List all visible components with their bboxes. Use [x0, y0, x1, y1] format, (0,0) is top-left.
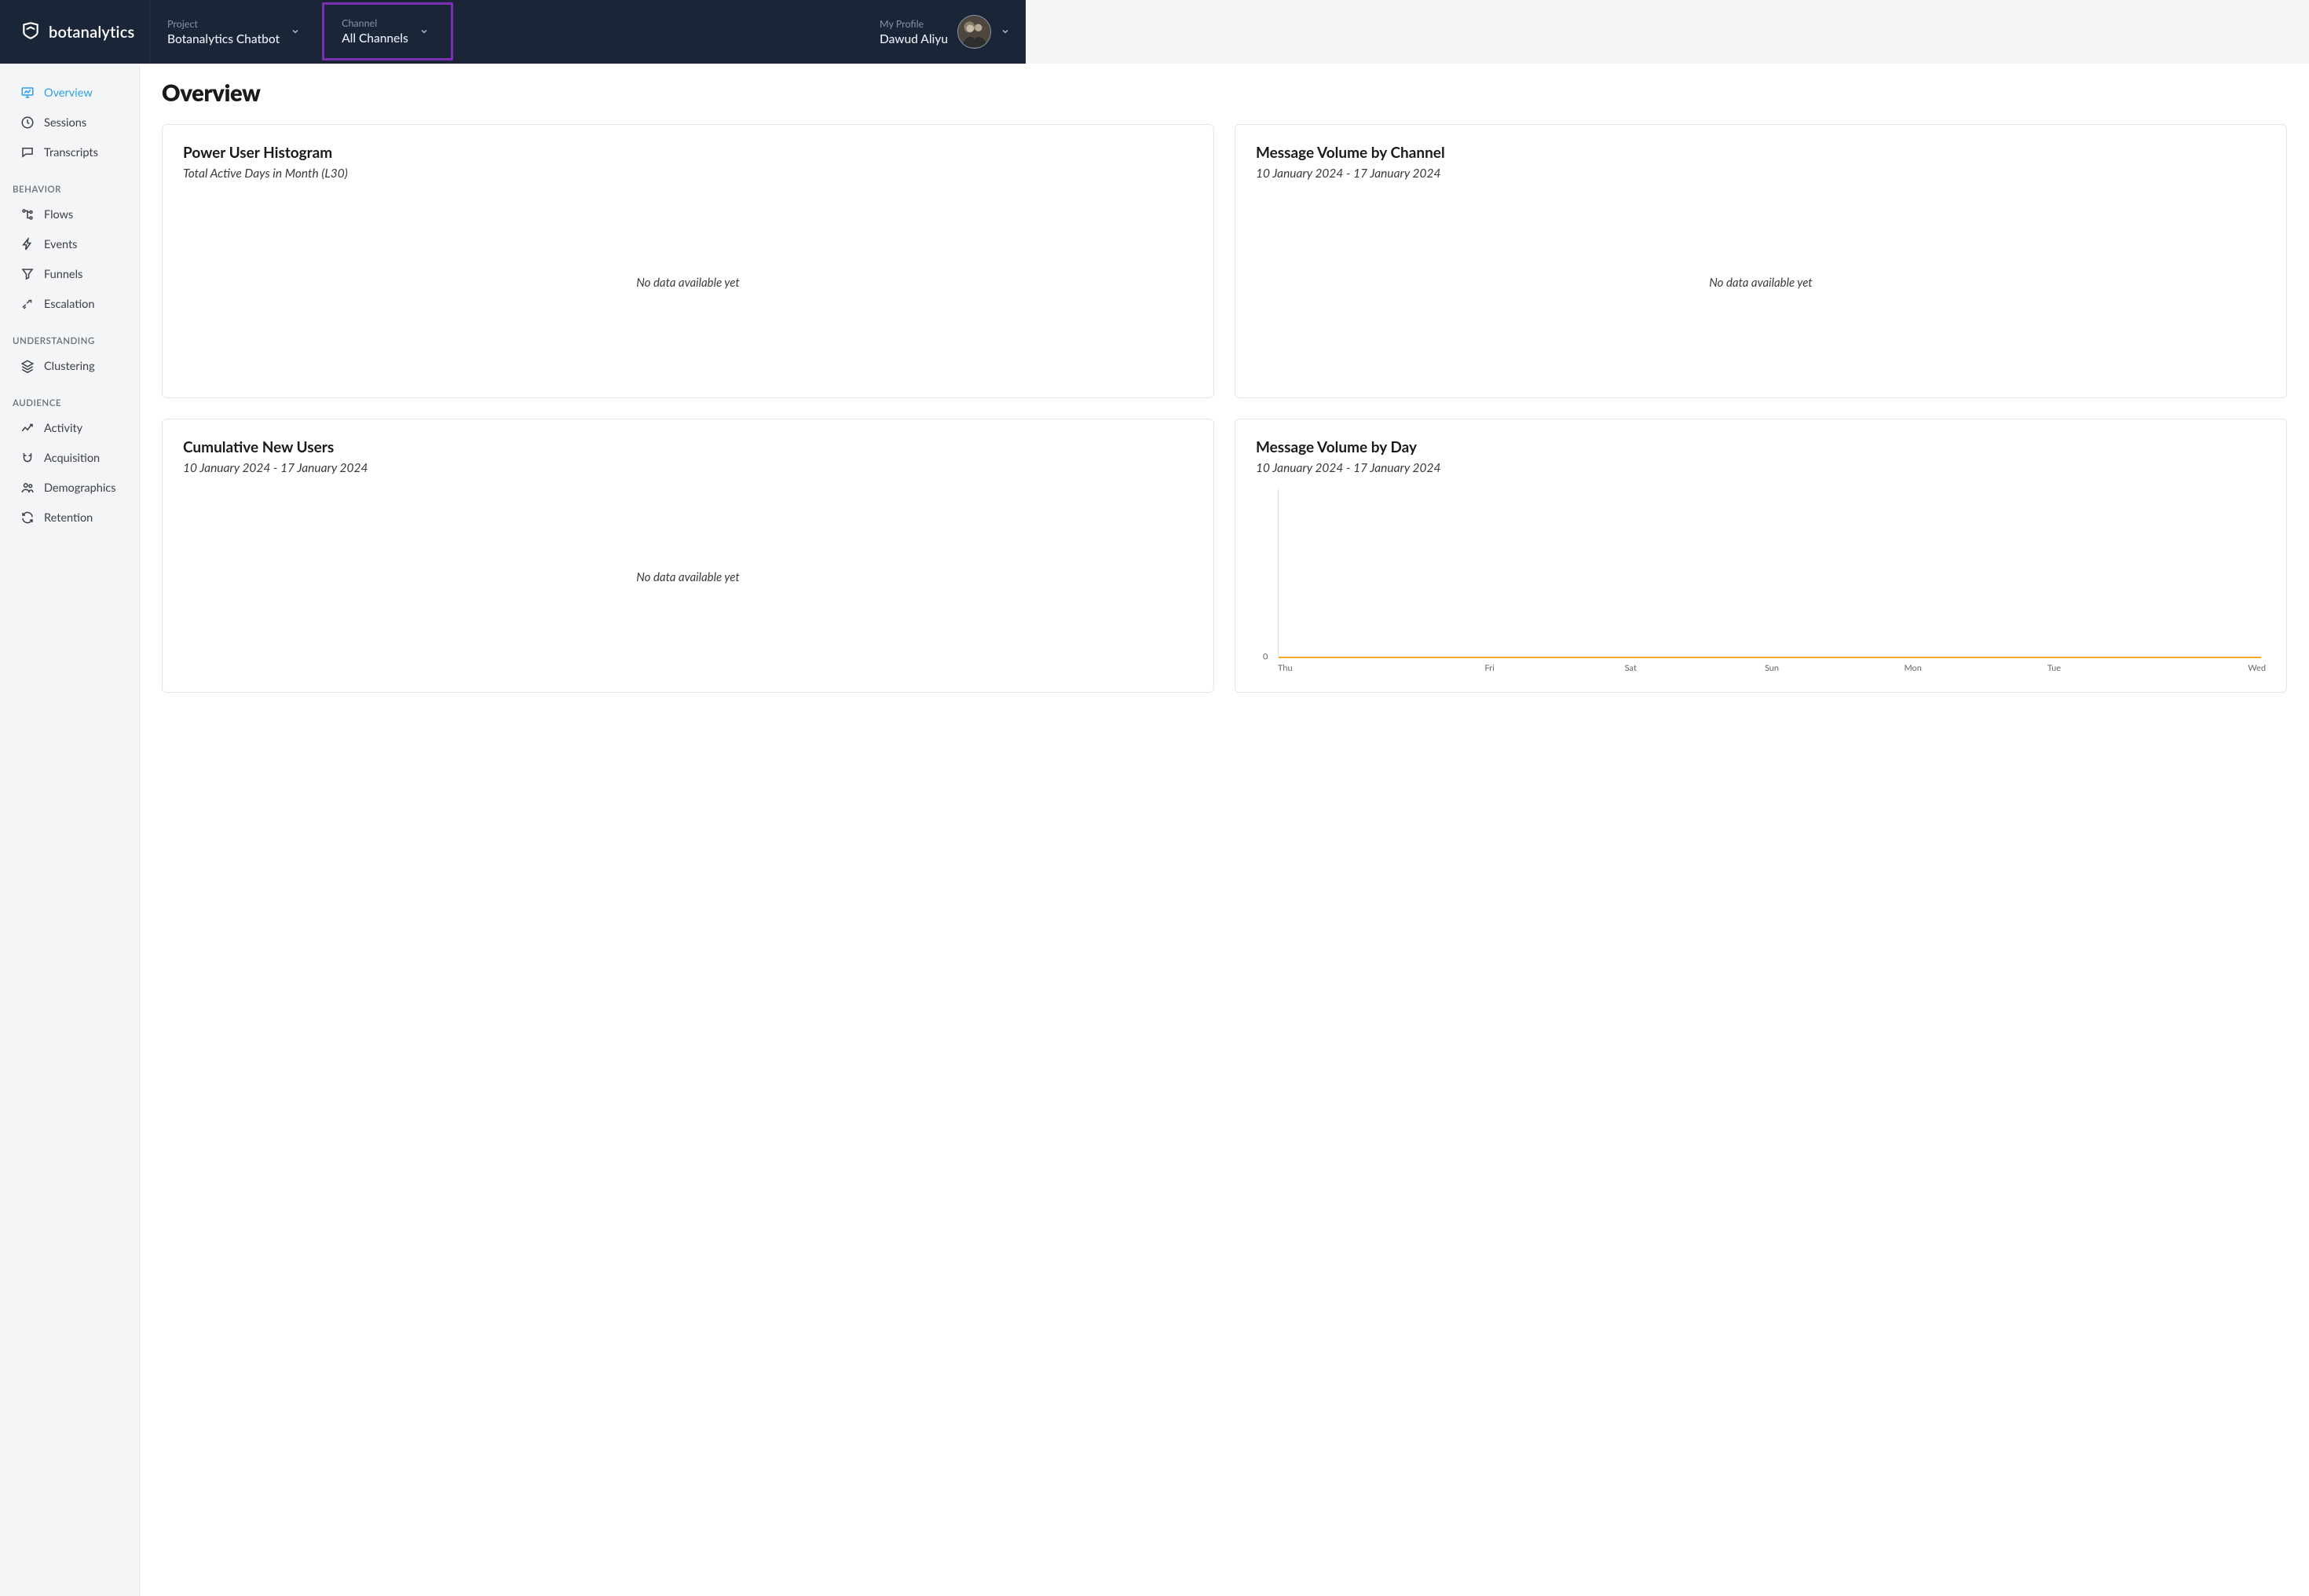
- sidebar-item-acquisition[interactable]: Acquisition: [0, 443, 139, 473]
- chart-x-tick: Fri: [1419, 663, 1561, 673]
- chat-icon: [20, 145, 35, 159]
- sidebar-item-sessions[interactable]: Sessions: [0, 108, 139, 137]
- sidebar-item-label: Events: [44, 238, 77, 251]
- no-data-message: No data available yet: [636, 570, 740, 584]
- header-selectors: Project Botanalytics Chatbot Channel All…: [149, 0, 453, 64]
- card-title: Message Volume by Day: [1256, 438, 2266, 456]
- chart-series-line: [1279, 657, 2261, 658]
- channel-highlight: Channel All Channels: [322, 2, 453, 60]
- sidebar-item-transcripts[interactable]: Transcripts: [0, 137, 139, 167]
- channel-value: All Channels: [342, 31, 408, 46]
- presentation-icon: [20, 86, 35, 100]
- card-power-user-histogram: Power User Histogram Total Active Days i…: [162, 124, 1214, 398]
- chart-x-tick: Mon: [1842, 663, 1984, 673]
- sidebar-item-demographics[interactable]: Demographics: [0, 473, 139, 503]
- sidebar-item-label: Acquisition: [44, 452, 100, 465]
- chart-x-tick: Wed: [2124, 663, 2266, 673]
- project-value: Botanalytics Chatbot: [167, 32, 280, 46]
- chart-x-tick: Sat: [1560, 663, 1701, 673]
- sidebar-item-label: Transcripts: [44, 146, 98, 159]
- sidebar: Overview Sessions Transcripts BEHAVIOR F…: [0, 64, 140, 1596]
- sidebar-item-escalation[interactable]: Escalation: [0, 289, 139, 319]
- sidebar-item-clustering[interactable]: Clustering: [0, 351, 139, 381]
- sidebar-item-label: Sessions: [44, 116, 86, 130]
- sidebar-item-label: Activity: [44, 422, 82, 435]
- sidebar-item-overview[interactable]: Overview: [0, 78, 139, 108]
- sidebar-heading-behavior: BEHAVIOR: [0, 167, 139, 200]
- avatar: [957, 15, 991, 49]
- cards-grid: Power User Histogram Total Active Days i…: [162, 124, 2287, 693]
- card-subtitle: Total Active Days in Month (L30): [183, 167, 1193, 181]
- chevron-down-icon: [291, 24, 300, 39]
- channel-selector[interactable]: Channel All Channels: [324, 17, 451, 46]
- refresh-icon: [20, 511, 35, 525]
- sidebar-item-events[interactable]: Events: [0, 229, 139, 259]
- bolt-icon: [20, 237, 35, 251]
- chart-y-tick: 0: [1263, 652, 1268, 662]
- card-title: Cumulative New Users: [183, 438, 1193, 456]
- clock-icon: [20, 115, 35, 130]
- project-label: Project: [167, 18, 280, 30]
- people-icon: [20, 481, 35, 495]
- chevron-down-icon: [419, 24, 429, 39]
- layers-icon: [20, 359, 35, 373]
- sidebar-item-label: Escalation: [44, 298, 94, 311]
- page-title: Overview: [162, 79, 2287, 107]
- brand-logo-icon: [20, 20, 41, 44]
- sidebar-item-label: Clustering: [44, 360, 95, 373]
- funnel-icon: [20, 267, 35, 281]
- sidebar-item-label: Overview: [44, 86, 93, 100]
- sidebar-item-funnels[interactable]: Funnels: [0, 259, 139, 289]
- card-title: Message Volume by Channel: [1256, 144, 2266, 162]
- sidebar-item-label: Retention: [44, 511, 93, 525]
- sidebar-item-label: Funnels: [44, 268, 82, 281]
- card-title: Power User Histogram: [183, 144, 1193, 162]
- main-content: Overview Power User Histogram Total Acti…: [140, 64, 2309, 1596]
- trend-icon: [20, 421, 35, 435]
- sidebar-item-label: Demographics: [44, 481, 116, 495]
- chart-x-axis: ThuFriSatSunMonTueWed: [1278, 657, 2266, 673]
- magnet-icon: [20, 451, 35, 465]
- no-data-message: No data available yet: [1709, 276, 1813, 290]
- card-subtitle: 10 January 2024 - 17 January 2024: [183, 461, 1193, 475]
- escalation-icon: [20, 297, 35, 311]
- sidebar-heading-audience: AUDIENCE: [0, 381, 139, 413]
- card-message-volume-channel: Message Volume by Channel 10 January 202…: [1235, 124, 2287, 398]
- flows-icon: [20, 207, 35, 221]
- card-cumulative-new-users: Cumulative New Users 10 January 2024 - 1…: [162, 419, 1214, 693]
- sidebar-item-flows[interactable]: Flows: [0, 200, 139, 229]
- project-selector[interactable]: Project Botanalytics Chatbot: [149, 0, 322, 64]
- chart: 0 ThuFriSatSunMonTueWed: [1256, 481, 2266, 673]
- sidebar-item-activity[interactable]: Activity: [0, 413, 139, 443]
- card-subtitle: 10 January 2024 - 17 January 2024: [1256, 167, 2266, 181]
- card-subtitle: 10 January 2024 - 17 January 2024: [1256, 461, 2266, 475]
- profile-label: My Profile: [880, 18, 948, 30]
- card-message-volume-day: Message Volume by Day 10 January 2024 - …: [1235, 419, 2287, 693]
- chevron-down-icon: [1001, 24, 1010, 39]
- no-data-message: No data available yet: [636, 276, 740, 290]
- sidebar-item-retention[interactable]: Retention: [0, 503, 139, 533]
- sidebar-heading-understanding: UNDERSTANDING: [0, 319, 139, 351]
- brand[interactable]: botanalytics: [20, 20, 141, 44]
- brand-name: botanalytics: [49, 23, 134, 42]
- chart-x-tick: Sun: [1701, 663, 1842, 673]
- sidebar-item-label: Flows: [44, 208, 73, 221]
- app-header: botanalytics Project Botanalytics Chatbo…: [0, 0, 1026, 64]
- profile-name: Dawud Aliyu: [880, 32, 948, 46]
- chart-x-tick: Thu: [1278, 663, 1419, 673]
- profile-selector[interactable]: My Profile Dawud Aliyu: [880, 15, 1010, 49]
- chart-x-tick: Tue: [1984, 663, 2125, 673]
- channel-label: Channel: [342, 17, 408, 29]
